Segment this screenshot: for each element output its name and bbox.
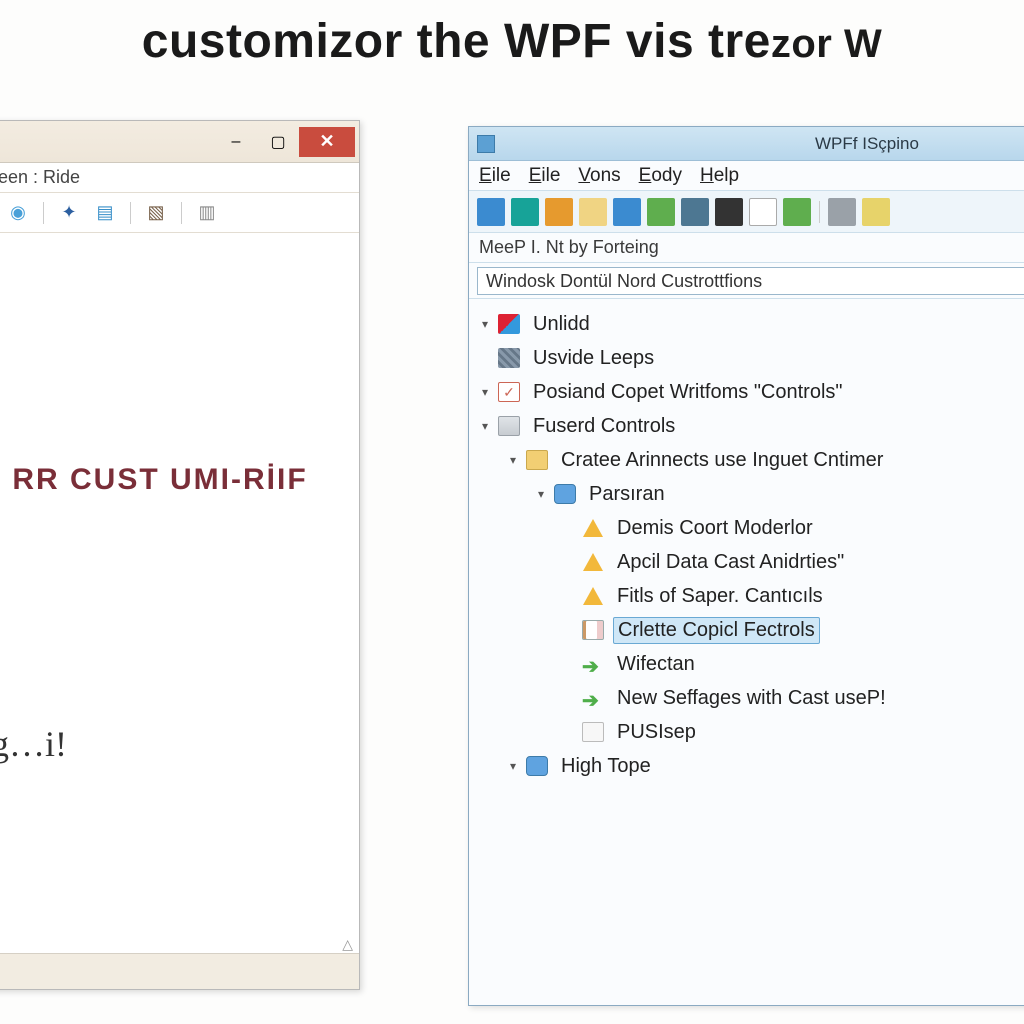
tree-item-1[interactable]: Usvide Leeps — [477, 341, 1024, 375]
resize-grip-icon[interactable]: △ — [342, 936, 353, 953]
right-window-title: WPFf ISçpino — [815, 134, 919, 154]
tree-item-10[interactable]: ➔ Wifectan — [477, 647, 1024, 681]
folder-icon — [525, 449, 549, 471]
tree-item-3[interactable]: ▾ Fuserd Controls — [477, 409, 1024, 443]
tree-item-label: Cratee Arinnects use Inguet Cntimer — [557, 448, 887, 473]
tree-item-label: Usvide Leeps — [529, 346, 658, 371]
close-button[interactable]: ✕ — [299, 127, 355, 157]
toolbar-divider — [43, 202, 44, 224]
tree-item-12[interactable]: PUSIsep — [477, 715, 1024, 749]
tree-item-label: New Seffages with Cast useP! — [613, 686, 890, 711]
expander-icon[interactable]: ▾ — [505, 453, 521, 467]
arrow-icon: ➔ — [581, 653, 605, 675]
menu-eile-0[interactable]: Eile — [479, 165, 511, 187]
puzzle-icon[interactable]: ✦ — [56, 200, 82, 226]
tree-item-0[interactable]: ▾ Unlidd — [477, 307, 1024, 341]
blue-icon — [553, 483, 577, 505]
expander-icon[interactable]: ▾ — [477, 419, 493, 433]
menu-help-4[interactable]: Help — [700, 165, 739, 187]
arrow-icon: ➔ — [581, 687, 605, 709]
page-icon — [581, 721, 605, 743]
warn-icon — [581, 585, 605, 607]
left-titlebar[interactable]: – ▢ ✕ — [0, 121, 359, 163]
menu-eody-3[interactable]: Eody — [639, 165, 682, 187]
tree-item-8[interactable]: Fitls of Saper. Cantıcıls — [477, 579, 1024, 613]
tree-item-label: Parsıran — [585, 482, 669, 507]
tree-item-4[interactable]: ▾ Cratee Arinnects use Inguet Cntimer — [477, 443, 1024, 477]
list-icon[interactable]: ▥ — [194, 200, 220, 226]
page-headline: customizor the WPF vis trezor W — [0, 14, 1024, 69]
tree-item-11[interactable]: ➔ New Seffages with Cast useP! — [477, 681, 1024, 715]
square-green-icon[interactable] — [647, 198, 675, 226]
card-icon[interactable]: ▤ — [92, 200, 118, 226]
right-window: WPFf ISçpino Eile Eile Vons Eody Help MeeP I… — [468, 126, 1024, 1006]
expander-icon[interactable]: ▾ — [477, 317, 493, 331]
left-toolbar: ✶◉✦▤▧▥ — [0, 193, 359, 233]
app-icon — [477, 135, 495, 153]
left-client-area: RR CUST UMI-RİIF g…i! △ — [0, 233, 359, 989]
mix-icon — [497, 313, 521, 335]
tree-item-6[interactable]: Demis Coort Moderlor — [477, 511, 1024, 545]
doc-icon — [581, 619, 605, 641]
square-pic-icon[interactable] — [681, 198, 709, 226]
tree-item-label: Wifectan — [613, 652, 699, 677]
right-searchbar — [469, 263, 1024, 299]
grid-icon — [497, 347, 521, 369]
tree-item-5[interactable]: ▾ Parsıran — [477, 477, 1024, 511]
warn-icon — [581, 551, 605, 573]
tree-item-label: Posiand Copet Writfoms "Controls" — [529, 380, 847, 405]
square-blue2-icon[interactable] — [613, 198, 641, 226]
tree-item-label: Apcil Data Cast Anidrties" — [613, 550, 848, 575]
tree-item-label: High Tope — [557, 754, 655, 779]
circle-orange-icon[interactable] — [545, 198, 573, 226]
menu-vons-2[interactable]: Vons — [578, 165, 620, 187]
blue-icon — [525, 755, 549, 777]
toolbar-divider — [181, 202, 182, 224]
square-gray-icon[interactable] — [828, 198, 856, 226]
tree-item-label: Unlidd — [529, 312, 594, 337]
expander-icon[interactable]: ▾ — [505, 759, 521, 773]
tree-item-label: Fuserd Controls — [529, 414, 679, 439]
tree-item-9[interactable]: Crlette Copicl Fectrols — [477, 613, 1024, 647]
menu-eile-1[interactable]: Eile — [529, 165, 561, 187]
left-menubar[interactable]: › Kieen : Ride — [0, 163, 359, 193]
expander-icon[interactable]: ▾ — [477, 385, 493, 399]
right-menubar: Eile Eile Vons Eody Help — [469, 161, 1024, 191]
tree-view[interactable]: ▾ Unlidd Usvide Leeps ▾ ✓ Posiand Copet Writf… — [469, 299, 1024, 791]
tree-item-label: Demis Coort Moderlor — [613, 516, 817, 541]
square-yellow-icon[interactable] — [862, 198, 890, 226]
pin-icon[interactable]: ◉ — [5, 200, 31, 226]
tree-item-2[interactable]: ▾ ✓ Posiand Copet Writfoms "Controls" — [477, 375, 1024, 409]
minimize-button[interactable]: – — [215, 127, 257, 157]
tree-item-label: Crlette Copicl Fectrols — [613, 617, 820, 644]
left-signature: g…i! — [0, 723, 67, 765]
edit-icon[interactable]: ▧ — [143, 200, 169, 226]
square-folder-icon[interactable] — [579, 198, 607, 226]
right-infobar: MeeP I. Nt by Forteing — [469, 233, 1024, 263]
left-statusbar: △ — [0, 953, 359, 989]
toolbar-divider — [130, 202, 131, 224]
square-dark-icon[interactable] — [715, 198, 743, 226]
right-toolbar — [469, 191, 1024, 233]
stack-icon — [497, 415, 521, 437]
right-titlebar[interactable]: WPFf ISçpino — [469, 127, 1024, 161]
tree-item-label: PUSIsep — [613, 720, 700, 745]
square-blue-icon[interactable] — [477, 198, 505, 226]
search-input[interactable] — [477, 267, 1024, 295]
toolbar-divider — [819, 201, 820, 223]
left-body-heading: RR CUST UMI-RİIF — [0, 463, 339, 497]
square-white-icon[interactable] — [749, 198, 777, 226]
tree-item-label: Fitls of Saper. Cantıcıls — [613, 584, 827, 609]
tree-item-13[interactable]: ▾ High Tope — [477, 749, 1024, 783]
expander-icon[interactable]: ▾ — [533, 487, 549, 501]
check-icon: ✓ — [497, 381, 521, 403]
circle-teal-icon[interactable] — [511, 198, 539, 226]
warn-icon — [581, 517, 605, 539]
maximize-button[interactable]: ▢ — [257, 127, 299, 157]
square-green2-icon[interactable] — [783, 198, 811, 226]
left-window: – ▢ ✕ › Kieen : Ride ✶◉✦▤▧▥ RR CUST UMI-… — [0, 120, 360, 990]
tree-item-7[interactable]: Apcil Data Cast Anidrties" — [477, 545, 1024, 579]
